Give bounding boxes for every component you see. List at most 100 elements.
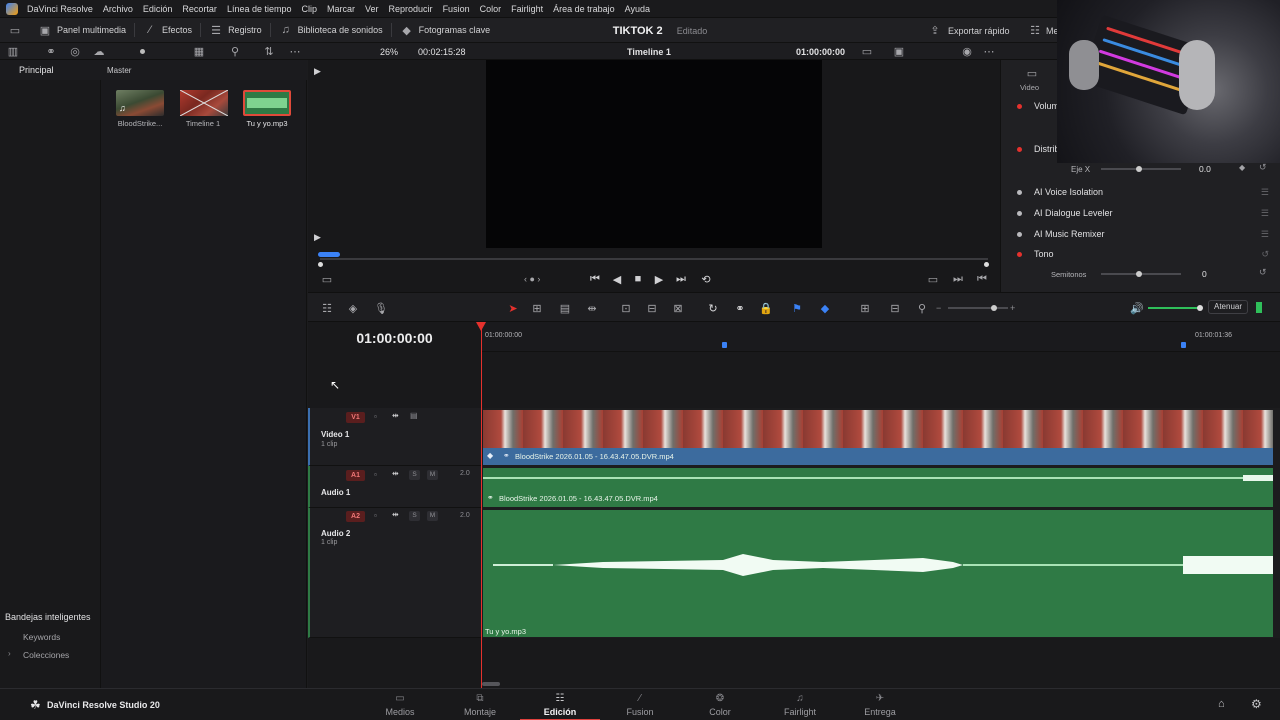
dynamic-trim-icon[interactable]: ▤ [558,301,572,315]
lock-icon[interactable]: 🔒 [759,301,773,315]
more-options-icon[interactable]: ⋯ [288,44,302,58]
viewer-scrubber[interactable] [320,258,988,260]
timeline-playhead[interactable] [481,326,482,688]
trim-tool-icon[interactable]: ⊞ [530,301,544,315]
track-name-a1[interactable]: Audio 1 [321,488,350,497]
menu-recortar[interactable]: Recortar [177,0,222,18]
track-badge-a1[interactable]: A1 [346,470,365,481]
sound-library-button[interactable]: ♫ Biblioteca de sonidos [271,18,391,43]
page-tab-color[interactable]: ❂ Color [680,689,760,720]
distribution-enable-dot[interactable] [1017,146,1022,152]
track-badge-v1[interactable]: V1 [346,412,365,423]
thumbnail-size-slider[interactable] [140,49,145,54]
track-lock-icon[interactable]: ▫ [374,412,377,421]
sort-icon[interactable]: ⇅ [262,44,276,58]
semitones-slider-handle[interactable] [1136,271,1142,277]
track-name-v1[interactable]: Video 1 [321,430,349,439]
overwrite-icon[interactable]: ◈ [346,301,360,315]
chevron-right-icon[interactable]: › [8,649,11,658]
timeline-marker[interactable] [722,342,727,348]
auto-select-icon[interactable]: ⇹ [392,510,399,519]
auto-select-icon[interactable]: ⇹ [392,411,399,420]
solo-button-a2[interactable]: S [409,511,420,521]
audio-meter-icon[interactable]: ◉ [960,44,974,58]
effects-button[interactable]: ⁄ Efectos [135,18,200,43]
track-header-a2[interactable]: A2 ▫ ⇹ S M 2.0 Audio 2 1 clip [308,508,481,638]
keyframe-icon[interactable]: ◆ [1239,163,1245,172]
menu-fairlight[interactable]: Fairlight [506,0,548,18]
ai-voice-enable-dot[interactable] [1017,189,1022,195]
zoom-out-icon[interactable]: − [936,303,941,313]
viewer-options-icon[interactable]: ▭ [860,44,874,58]
mute-button-a2[interactable]: M [427,511,438,521]
semitones-value[interactable]: 0 [1202,269,1207,279]
previous-edit-icon[interactable]: ⏮ [975,272,989,286]
index-button[interactable]: ☰ Registro [201,18,270,43]
safe-area-icon[interactable]: ▣ [892,44,906,58]
overwrite-clip-icon[interactable]: ⊟ [645,301,659,315]
go-to-end-icon[interactable]: ⏭ [674,272,688,286]
workspace-toggle-button[interactable]: ▭ [0,18,30,43]
auto-select-icon[interactable]: ⇹ [392,469,399,478]
timeline-lower-empty[interactable] [308,638,1280,688]
smart-bin-keywords[interactable]: Keywords [23,632,60,642]
timeline-zoom-handle[interactable] [991,305,997,311]
menu-fusion[interactable]: Fusion [438,0,475,18]
menu-archivo[interactable]: Archivo [98,0,138,18]
tone-enable-dot[interactable] [1017,251,1022,257]
insert-clip-icon[interactable]: ⊡ [619,301,633,315]
axis-x-slider-handle[interactable] [1136,166,1142,172]
page-tab-fairlight[interactable]: ♫ Fairlight [760,689,840,720]
axis-x-value[interactable]: 0.0 [1199,164,1211,174]
link-icon[interactable]: ⚭ [44,44,58,58]
zoom-in-icon[interactable]: + [1010,303,1015,313]
timeline-zoom-slider[interactable] [948,307,1008,309]
menu-ver[interactable]: Ver [360,0,384,18]
smart-bin-collections[interactable]: Colecciones [23,650,69,660]
loop-region-icon[interactable]: ▭ [320,272,334,286]
audio-clip-tu-y-yo[interactable]: Tu y yo.mp3 [483,510,1273,637]
inspector-ai-music-row[interactable]: AI Music Remixer ☰ [1001,224,1280,244]
inspector-tab-video[interactable]: Video [1020,83,1039,92]
timeline-scrollbar[interactable] [482,682,500,686]
smart-bins-heading[interactable]: Bandejas inteligentes [5,612,91,622]
search-icon[interactable]: ⚲ [228,44,242,58]
menu-color[interactable]: Color [475,0,507,18]
track-name-a2[interactable]: Audio 2 [321,529,350,538]
blade-tool-icon[interactable]: ⇹ [585,301,599,315]
linked-selection-icon[interactable]: ⚭ [733,301,747,315]
track-visibility-icon[interactable]: ▤ [410,411,418,420]
attenuate-button[interactable]: Atenuar [1208,300,1249,314]
track-lock-icon[interactable]: ▫ [374,511,377,520]
mute-button-a1[interactable]: M [427,470,438,480]
volume-slider[interactable] [1148,307,1200,309]
timeline-marker[interactable] [1181,342,1186,348]
menu-app-name[interactable]: DaVinci Resolve [22,0,98,18]
panel-layout-icon[interactable]: ▥ [6,44,20,58]
track-header-a1[interactable]: A1 ▫ ⇹ S M 2.0 Audio 1 [308,466,481,508]
snapping-icon[interactable]: ↻ [706,301,720,315]
layout-icon[interactable]: ☷ [320,301,334,315]
media-panel-button[interactable]: ▣ Panel multimedia [30,18,134,43]
page-tab-edit[interactable]: ☷ Edición [520,689,600,720]
stop-icon[interactable]: ■ [631,272,645,286]
ai-dialogue-menu-icon[interactable]: ☰ [1261,208,1269,219]
scrubber-playhead[interactable] [318,262,323,267]
cloud-icon[interactable]: ☁ [92,44,106,58]
viewer-zoom[interactable]: 26% [380,47,398,57]
bin-principal[interactable]: Principal [19,65,54,75]
settings-gear-icon[interactable]: ⚙ [1251,697,1262,711]
play-icon[interactable]: ▶ [652,272,666,286]
zoom-full-icon[interactable]: ⊞ [858,301,872,315]
viewer-side-icon[interactable]: ▶ [314,232,321,243]
menu-ayuda[interactable]: Ayuda [620,0,655,18]
loop-icon[interactable]: ⟲ [699,272,713,286]
ai-music-enable-dot[interactable] [1017,231,1022,237]
bin-master[interactable]: Master [107,66,131,75]
timeline-timecode[interactable]: 01:00:00:00 [308,330,481,346]
inspector-ai-dialogue-row[interactable]: AI Dialogue Leveler ☰ [1001,203,1280,223]
video-tab-icon[interactable]: ▭ [1025,66,1039,80]
more-viewer-icon[interactable]: ⋯ [982,44,996,58]
clip-thumbnail-bloodstrike[interactable]: ♫ [116,90,164,116]
inspector-ai-voice-row[interactable]: AI Voice Isolation ☰ [1001,182,1280,202]
